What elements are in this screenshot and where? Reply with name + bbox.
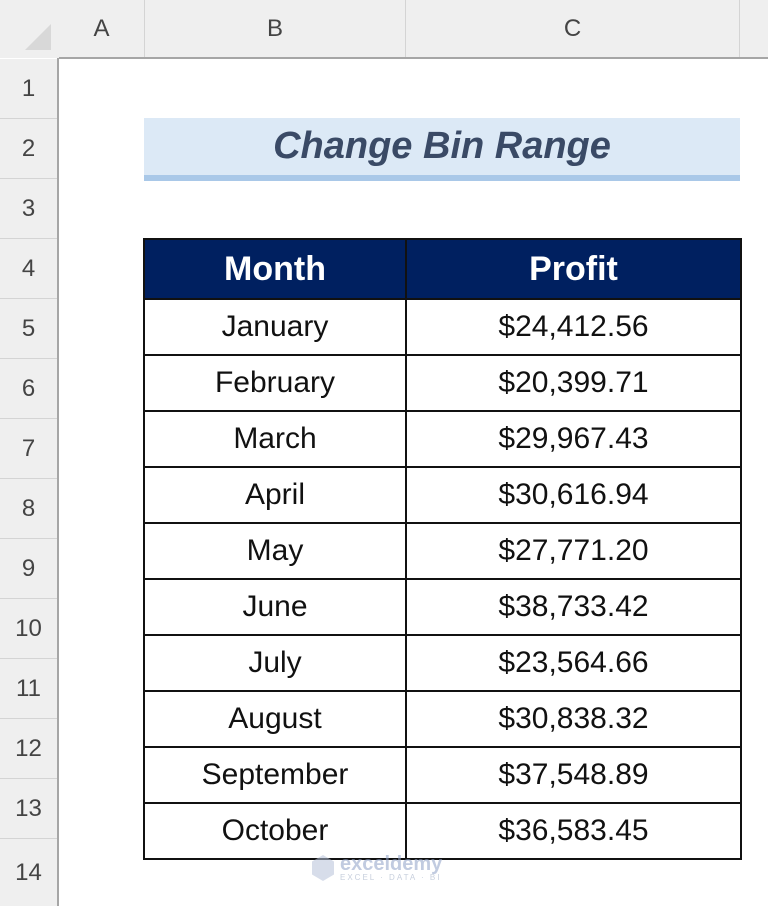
sheet-title: Change Bin Range [273,125,611,167]
title-cell[interactable]: Change Bin Range [144,118,740,175]
column-header-divider [59,57,768,59]
table-row: October $36,583.45 [143,802,742,860]
table-row: September $37,548.89 [143,746,742,804]
row-header-10[interactable]: 10 [0,599,57,659]
row-header-5[interactable]: 5 [0,299,57,359]
row-header-7[interactable]: 7 [0,419,57,479]
column-header-b[interactable]: B [145,0,406,58]
month-cell[interactable]: August [143,690,407,748]
profit-cell[interactable]: $30,838.32 [405,690,742,748]
table-row: May $27,771.20 [143,522,742,580]
row-header-6[interactable]: 6 [0,359,57,419]
table-row: August $30,838.32 [143,690,742,748]
month-cell[interactable]: February [143,354,407,412]
column-header-d[interactable] [740,0,768,58]
table-row: April $30,616.94 [143,466,742,524]
row-header-4[interactable]: 4 [0,239,57,299]
month-cell[interactable]: May [143,522,407,580]
row-header-1[interactable]: 1 [0,59,57,119]
month-cell[interactable]: January [143,298,407,356]
row-header-11[interactable]: 11 [0,659,57,719]
month-cell[interactable]: July [143,634,407,692]
header-profit[interactable]: Profit [405,238,742,300]
profit-cell[interactable]: $30,616.94 [405,466,742,524]
row-header-3[interactable]: 3 [0,179,57,239]
month-cell[interactable]: June [143,578,407,636]
table-row: February $20,399.71 [143,354,742,412]
profit-table: Month Profit January $24,412.56 February $… [143,238,742,860]
row-header-divider [57,58,59,906]
profit-cell[interactable]: $38,733.42 [405,578,742,636]
table-row: March $29,967.43 [143,410,742,468]
header-month[interactable]: Month [143,238,407,300]
watermark-tagline: EXCEL · DATA · BI [340,873,442,882]
table-header-row: Month Profit [143,238,742,300]
row-header-13[interactable]: 13 [0,779,57,839]
column-header-a[interactable]: A [59,0,145,58]
profit-cell[interactable]: $24,412.56 [405,298,742,356]
month-cell[interactable]: September [143,746,407,804]
table-row: January $24,412.56 [143,298,742,356]
month-cell[interactable]: March [143,410,407,468]
month-cell[interactable]: October [143,802,407,860]
table-row: July $23,564.66 [143,634,742,692]
month-cell[interactable]: April [143,466,407,524]
row-header-14[interactable]: 14 [0,839,57,906]
profit-cell[interactable]: $20,399.71 [405,354,742,412]
select-all-triangle-icon [25,24,51,50]
profit-cell[interactable]: $36,583.45 [405,802,742,860]
row-header-8[interactable]: 8 [0,479,57,539]
profit-cell[interactable]: $37,548.89 [405,746,742,804]
title-underline [144,175,740,181]
profit-cell[interactable]: $27,771.20 [405,522,742,580]
profit-cell[interactable]: $29,967.43 [405,410,742,468]
row-header-12[interactable]: 12 [0,719,57,779]
column-header-c[interactable]: C [406,0,740,58]
table-row: June $38,733.42 [143,578,742,636]
row-header-9[interactable]: 9 [0,539,57,599]
row-header-2[interactable]: 2 [0,119,57,179]
select-all-corner[interactable] [0,0,60,58]
profit-cell[interactable]: $23,564.66 [405,634,742,692]
